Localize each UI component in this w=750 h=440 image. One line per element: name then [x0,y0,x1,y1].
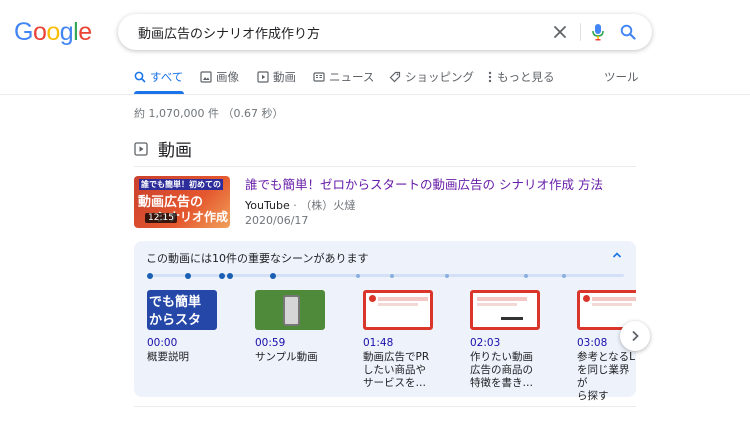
tab-more[interactable]: もっと見る [487,69,555,85]
tag-icon [389,71,401,83]
logo-letter: o [32,18,47,46]
thumbnail-text: でも簡単 [149,295,202,310]
image-icon [200,71,212,83]
timeline-marker[interactable] [356,273,360,278]
clip-desc-line: 概要説明 [147,351,189,363]
clip-desc: 作りたい動画 広告の商品の 特徴を書き… [470,351,548,390]
clip-time: 01:48 [363,337,394,349]
close-icon[interactable] [548,20,572,44]
timeline-marker[interactable] [390,273,394,278]
active-tab-indicator [134,91,184,94]
tab-label: ショッピング [405,70,474,84]
timeline-marker[interactable] [227,272,233,279]
video-date: 2020/06/17 [245,214,309,227]
tab-label: もっと見る [497,70,555,84]
tab-label: 画像 [216,70,239,84]
video-source: YouTube · （株）火燵 [245,199,356,212]
key-moments-title: この動画には10件の重要なシーンがあります [146,252,369,265]
play-icon [257,71,269,83]
clip-desc-line: 動画広告でPR [363,351,430,363]
clip-desc-line: 作りたい動画 [470,351,533,363]
logo-letter: o [46,18,60,46]
section-title: 動画 [158,141,192,161]
clip-thumbnail [255,290,325,330]
key-moments-panel: この動画には10件の重要なシーンがあります でも簡単 からスタ 00:00 概要… [134,241,636,402]
clip-desc: 動画広告でPR したい商品や サービスを… [363,351,441,390]
moments-timeline[interactable] [147,272,624,279]
divider [580,23,581,41]
search-icon [134,71,146,83]
clip-desc: 概要説明 [147,351,225,364]
clip-desc: 参考となるL を同じ業界が ら探す [577,351,636,403]
timeline-marker[interactable] [147,272,153,279]
tools-button[interactable]: ツール [604,69,639,85]
chevron-up-icon[interactable] [612,251,622,259]
key-moment-clip[interactable]: 01:48 動画広告でPR したい商品や サービスを… [363,290,441,390]
clip-desc-line: 広告の商品の [470,364,533,376]
videos-section-header: 動画 [134,136,192,161]
video-thumbnail[interactable]: 誰でも簡単！初めての 動画広告の シナリオ作成 12:15 [134,176,230,228]
google-logo[interactable]: Google [14,18,92,47]
news-icon [313,72,325,82]
video-title-link[interactable]: 誰でも簡単！ゼロからスタートの動画広告の シナリオ作成 方法 [245,174,603,193]
timeline-marker[interactable] [219,272,225,279]
search-box[interactable]: 動画広告のシナリオ作成作り方 [118,14,652,50]
clip-desc-line: サンプル動画 [255,351,318,363]
logo-letter: g [59,18,74,46]
key-moment-clip[interactable]: 02:03 作りたい動画 広告の商品の 特徴を書き… [470,290,548,390]
tab-shopping[interactable]: ショッピング [389,69,474,85]
divider [134,406,636,407]
logo-letter: G [14,18,33,46]
video-channel: （株）火燵 [300,199,356,212]
timeline-marker[interactable] [445,273,449,278]
clip-desc-line: ら探す [577,390,609,402]
clip-desc-line: を同じ業界が [577,364,630,389]
key-moment-clip[interactable]: 00:59 サンプル動画 [255,290,333,364]
clip-thumbnail: でも簡単 からスタ [147,290,217,330]
tab-images[interactable]: 画像 [200,69,239,85]
mic-icon[interactable] [586,20,610,44]
tab-label: 動画 [273,70,296,84]
clip-time: 00:00 [147,337,178,349]
more-vert-icon [488,71,492,83]
clip-time: 02:03 [470,337,501,349]
video-platform: YouTube [245,199,290,212]
timeline-marker[interactable] [562,273,566,278]
timeline-marker[interactable] [270,272,276,279]
logo-letter: e [78,18,92,46]
clip-thumbnail [363,290,433,330]
video-duration: 12:15 [145,213,177,223]
clip-desc-line: 特徴を書き… [470,377,533,389]
tab-label: ニュース [329,70,375,84]
clip-time: 00:59 [255,337,286,349]
key-moment-clip[interactable]: でも簡単 からスタ 00:00 概要説明 [147,290,225,364]
thumbnail-text: 誰でも簡単！初めての [139,179,223,190]
timeline-marker[interactable] [185,272,191,279]
search-icon[interactable] [616,20,640,44]
tab-label: すべて [150,70,184,84]
thumbnail-text: からスタ [149,313,202,328]
result-stats: 約 1,070,000 件 （0.67 秒） [134,107,284,120]
chevron-right-icon [631,330,639,342]
divider [134,166,636,167]
clip-desc: サンプル動画 [255,351,333,364]
clip-desc-line: したい商品や [363,364,426,376]
tab-videos[interactable]: 動画 [257,69,296,85]
clip-thumbnail [470,290,540,330]
tools-label: ツール [604,70,639,84]
tab-news[interactable]: ニュース [313,69,374,85]
next-button[interactable] [620,321,650,351]
timeline-marker[interactable] [524,273,528,278]
search-input[interactable]: 動画広告のシナリオ作成作り方 [138,23,320,42]
search-tabs: すべて 画像 動画 ニュース ショッピング もっと見る ツール [0,62,750,95]
tab-all[interactable]: すべて [134,69,183,85]
clip-desc-line: サービスを… [363,377,426,389]
clip-desc-line: 参考となるL [577,351,636,363]
play-icon [134,141,148,156]
